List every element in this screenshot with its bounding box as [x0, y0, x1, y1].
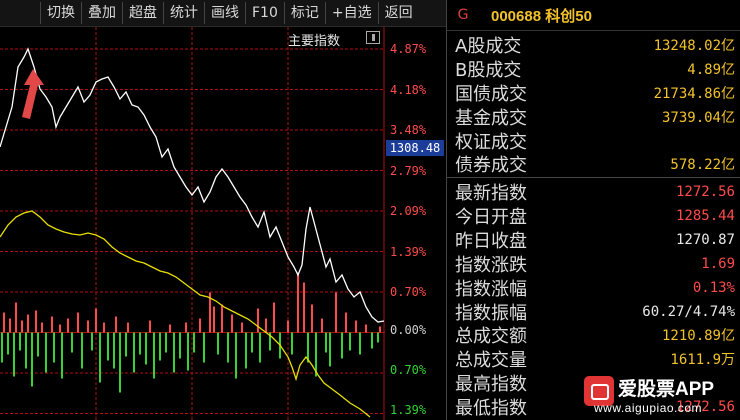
statistics-button[interactable]: 统计: [164, 2, 205, 24]
quote-row: 总成交额 1210.89亿: [455, 323, 735, 347]
chart-canvas: [0, 27, 385, 420]
quote-row: B股成交 4.89亿: [455, 57, 735, 81]
quote-row-label: 总成交量: [455, 349, 527, 371]
quote-row-label: B股成交: [455, 59, 522, 81]
quote-row: 总成交量 1611.9万: [455, 347, 735, 371]
quote-row-value: 60.27/4.74%: [642, 303, 735, 320]
super-disk-button[interactable]: 超盘: [123, 2, 164, 24]
quote-row: 最新指数 1272.56: [455, 180, 735, 204]
watermark-url: www.aigupiao.com: [594, 401, 703, 415]
quote-row-label: 最低指数: [455, 397, 527, 419]
quote-row-label: 最高指数: [455, 373, 527, 395]
quote-row: 指数涨幅 0.13%: [455, 276, 735, 300]
f10-button[interactable]: F10: [246, 2, 285, 24]
main-index-label[interactable]: 主要指数: [288, 30, 340, 49]
quote-row: 基金成交 3739.04亿: [455, 105, 735, 129]
quote-row-label: 指数涨跌: [455, 254, 527, 276]
toolbar: 切换 叠加 超盘 统计 画线 F10 标记 +自选 返回: [0, 0, 446, 27]
quote-row-value: 1210.89亿: [661, 327, 735, 344]
switch-button[interactable]: 切换: [41, 2, 82, 24]
back-button[interactable]: 返回: [379, 2, 419, 24]
quote-row-value: 4.89亿: [687, 61, 735, 78]
quote-row-label: 债券成交: [455, 154, 527, 176]
quote-row-value: 1.69: [701, 255, 735, 272]
quote-row: 昨日收盘 1270.87: [455, 228, 735, 252]
quote-row-value: 1272.56: [675, 183, 735, 200]
pct-label-4: 2.79%: [390, 164, 427, 178]
quote-row: 债券成交 578.22亿: [455, 152, 735, 176]
watermark: 爱股票APP www.aigupiao.com: [584, 372, 734, 418]
pct-label-6: 1.39%: [390, 245, 427, 259]
quote-row-value: 21734.86亿: [653, 85, 735, 102]
quote-row: 国债成交 21734.86亿: [455, 81, 735, 105]
average-line: [0, 210, 371, 418]
index-code-name: 000688 科创50: [491, 7, 592, 25]
annotation-arrow-icon: [22, 69, 44, 119]
quote-row-label: 总成交额: [455, 325, 527, 347]
quote-row-label: 指数涨幅: [455, 278, 527, 300]
pct-label-1: 4.87%: [390, 42, 427, 56]
draw-line-button[interactable]: 画线: [205, 2, 246, 24]
watermark-title: 爱股票APP: [618, 379, 715, 400]
quote-panel: G 000688 科创50 A股成交 13248.02亿 B股成交 4.89亿国债成交…: [446, 0, 740, 420]
mark-button[interactable]: 标记: [285, 2, 326, 24]
pct-label-8: 0.00%: [390, 323, 427, 337]
pct-label-7: 0.70%: [390, 285, 427, 299]
g-icon[interactable]: G: [451, 7, 475, 23]
quote-row-label: 最新指数: [455, 182, 527, 204]
pct-label-9: 0.70%: [390, 363, 427, 377]
pct-label-5: 2.09%: [390, 204, 427, 218]
quote-row-label: 基金成交: [455, 107, 527, 129]
quote-row: 权证成交: [455, 129, 735, 153]
quote-row-value: 0.13%: [692, 279, 735, 296]
pct-label-3: 3.48%: [390, 123, 427, 137]
quote-row-value: 1285.44: [675, 207, 735, 224]
quote-header: G 000688 科创50: [447, 0, 740, 31]
quote-row-label: A股成交: [455, 35, 522, 57]
pct-label-2: 4.18%: [390, 83, 427, 97]
quote-row-value: 13248.02亿: [653, 37, 735, 54]
toolbar-spacer: [0, 2, 41, 24]
price-tag: 1308.48: [386, 140, 444, 156]
quote-row-label: 今日开盘: [455, 206, 527, 228]
quote-row-value: 3739.04亿: [661, 109, 735, 126]
main-index-toggle-icon[interactable]: [366, 31, 380, 44]
pct-label-10: 1.39%: [390, 403, 427, 417]
quote-row-value: 578.22亿: [670, 156, 735, 173]
quote-row-value: 1611.9万: [670, 351, 735, 368]
quote-row: 指数涨跌 1.69: [455, 252, 735, 276]
overlay-button[interactable]: 叠加: [82, 2, 123, 24]
quote-row-value: 1270.87: [675, 231, 735, 248]
quote-row: 今日开盘 1285.44: [455, 204, 735, 228]
quote-row: A股成交 13248.02亿: [455, 33, 735, 57]
quote-row-label: 昨日收盘: [455, 230, 527, 252]
intraday-chart[interactable]: 主要指数 4.87% 4.18% 3.48% 2.79% 2.09% 1.39%…: [0, 27, 446, 420]
quote-row-label: 国债成交: [455, 83, 527, 105]
add-watchlist-button[interactable]: +自选: [326, 2, 379, 24]
panel-separator: [447, 177, 740, 178]
quote-row: 指数振幅 60.27/4.74%: [455, 300, 735, 324]
